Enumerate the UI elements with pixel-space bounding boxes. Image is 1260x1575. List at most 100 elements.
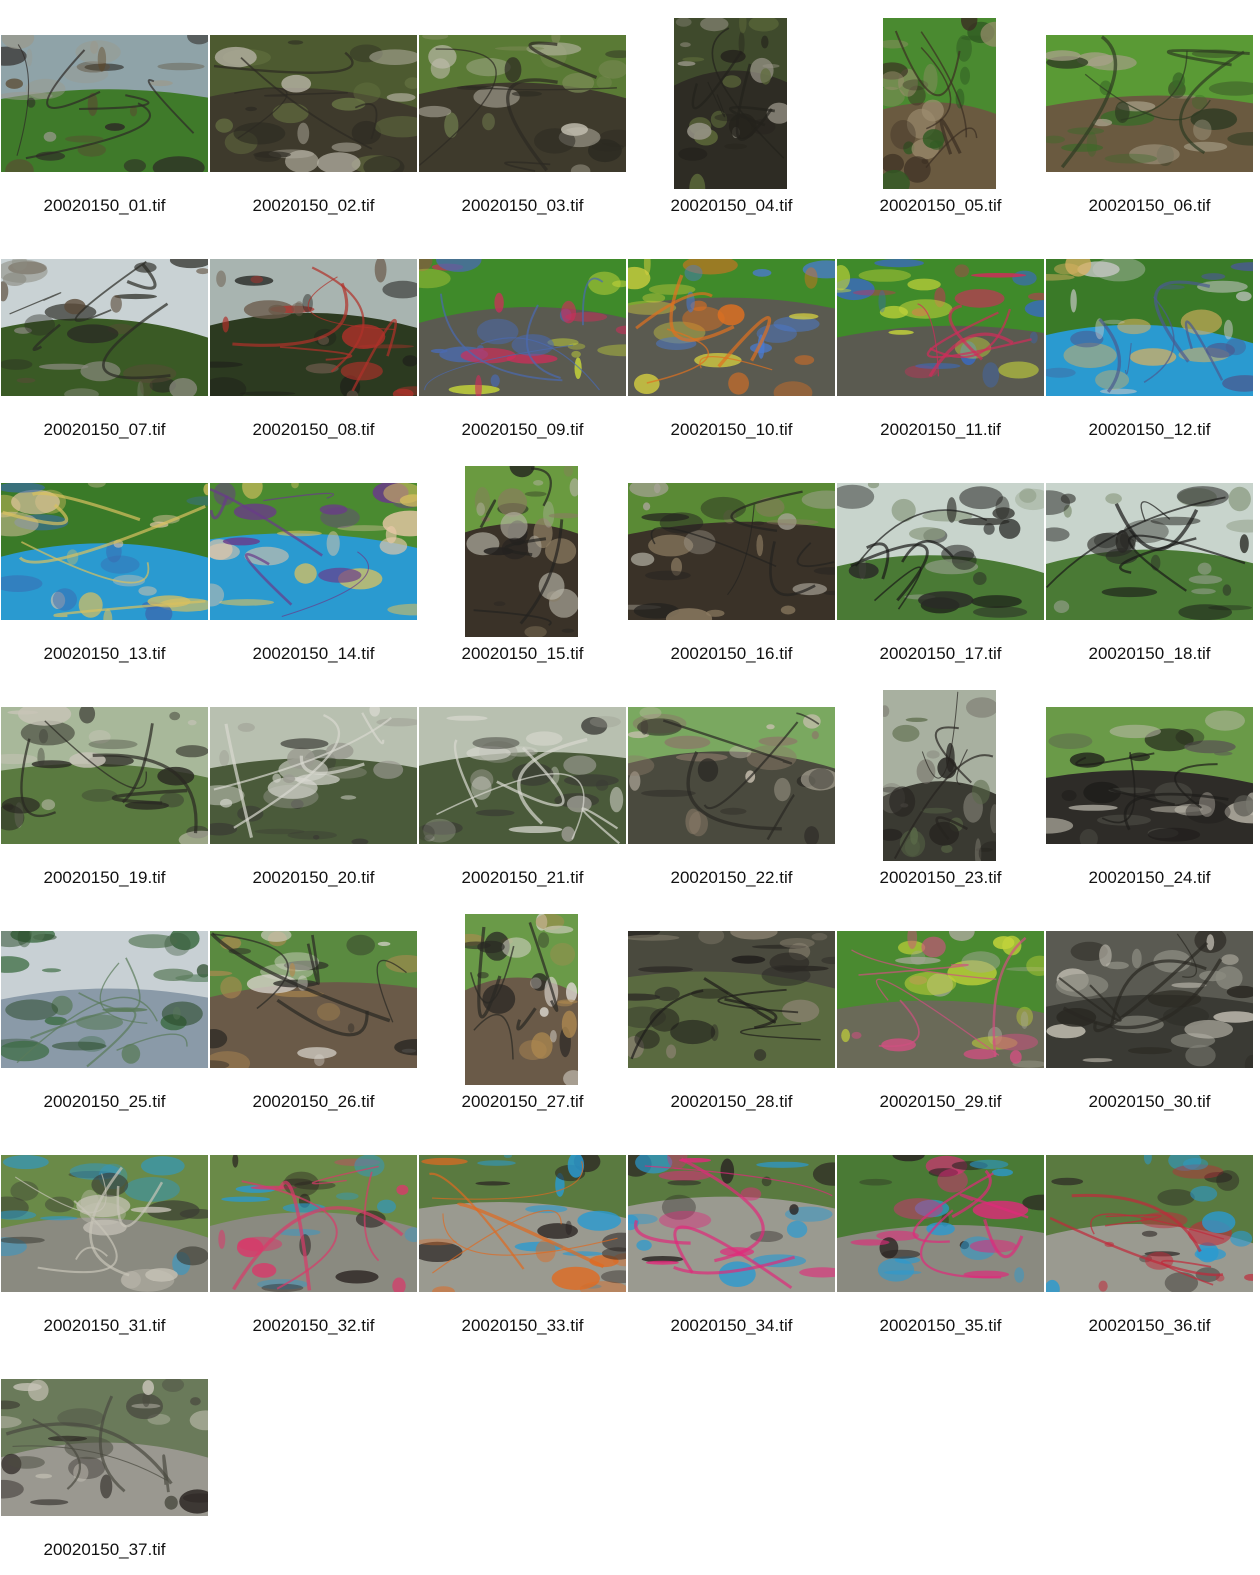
thumbnail-filename: 20020150_02.tif xyxy=(252,196,375,215)
thumbnail-cell[interactable]: 20020150_21.tif xyxy=(418,672,627,896)
photo-thumbnail[interactable] xyxy=(1,483,208,620)
thumbnail-filename: 20020150_18.tif xyxy=(1088,644,1211,663)
thumbnail-cell[interactable]: 20020150_16.tif xyxy=(627,448,836,672)
thumbnail-filename: 20020150_07.tif xyxy=(43,420,166,439)
thumbnail-filename: 20020150_22.tif xyxy=(670,868,793,887)
photo-image xyxy=(628,707,835,844)
photo-thumbnail[interactable] xyxy=(1046,1155,1253,1292)
photo-thumbnail[interactable] xyxy=(210,707,417,844)
photo-image xyxy=(419,707,626,844)
thumbnail-filename: 20020150_19.tif xyxy=(43,868,166,887)
thumbnail-filename: 20020150_30.tif xyxy=(1088,1092,1211,1111)
thumbnail-filename: 20020150_06.tif xyxy=(1088,196,1211,215)
photo-thumbnail[interactable] xyxy=(1046,931,1253,1068)
thumbnail-cell[interactable]: 20020150_19.tif xyxy=(0,672,209,896)
photo-thumbnail[interactable] xyxy=(419,1155,626,1292)
photo-thumbnail[interactable] xyxy=(210,1155,417,1292)
thumbnail-cell[interactable]: 20020150_31.tif xyxy=(0,1120,209,1344)
thumbnail-cell[interactable]: 20020150_30.tif xyxy=(1045,896,1254,1120)
thumbnail-cell[interactable]: 20020150_08.tif xyxy=(209,224,418,448)
thumbnail-cell[interactable]: 20020150_32.tif xyxy=(209,1120,418,1344)
photo-thumbnail[interactable] xyxy=(1,1379,208,1516)
photo-thumbnail[interactable] xyxy=(210,931,417,1068)
photo-image xyxy=(837,1155,1044,1292)
thumbnail-cell[interactable]: 20020150_10.tif xyxy=(627,224,836,448)
thumbnail-filename: 20020150_12.tif xyxy=(1088,420,1211,439)
photo-image xyxy=(210,483,417,620)
photo-image xyxy=(628,1155,835,1292)
photo-image xyxy=(1046,483,1253,620)
thumbnail-cell[interactable]: 20020150_29.tif xyxy=(836,896,1045,1120)
thumbnail-cell[interactable]: 20020150_28.tif xyxy=(627,896,836,1120)
photo-thumbnail[interactable] xyxy=(1,259,208,396)
photo-thumbnail[interactable] xyxy=(1,707,208,844)
thumbnail-cell[interactable]: 20020150_37.tif xyxy=(0,1344,209,1568)
photo-thumbnail[interactable] xyxy=(210,35,417,172)
photo-image xyxy=(419,259,626,396)
photo-thumbnail[interactable] xyxy=(210,259,417,396)
thumbnail-filename: 20020150_10.tif xyxy=(670,420,793,439)
photo-image xyxy=(1,1379,208,1516)
photo-thumbnail[interactable] xyxy=(1046,707,1253,844)
photo-thumbnail[interactable] xyxy=(883,690,996,861)
thumbnail-filename: 20020150_35.tif xyxy=(879,1316,1002,1335)
photo-thumbnail[interactable] xyxy=(628,1155,835,1292)
thumbnail-cell[interactable]: 20020150_09.tif xyxy=(418,224,627,448)
thumbnail-cell[interactable]: 20020150_12.tif xyxy=(1045,224,1254,448)
photo-thumbnail[interactable] xyxy=(837,1155,1044,1292)
photo-thumbnail[interactable] xyxy=(1,35,208,172)
thumbnail-cell[interactable]: 20020150_25.tif xyxy=(0,896,209,1120)
thumbnail-cell[interactable]: 20020150_01.tif xyxy=(0,0,209,224)
photo-image xyxy=(465,466,578,637)
photo-thumbnail[interactable] xyxy=(837,931,1044,1068)
thumbnail-cell[interactable]: 20020150_11.tif xyxy=(836,224,1045,448)
thumbnail-cell[interactable]: 20020150_06.tif xyxy=(1045,0,1254,224)
photo-thumbnail[interactable] xyxy=(628,707,835,844)
thumbnail-cell[interactable]: 20020150_14.tif xyxy=(209,448,418,672)
thumbnail-filename: 20020150_03.tif xyxy=(461,196,584,215)
photo-thumbnail[interactable] xyxy=(210,483,417,620)
thumbnail-cell[interactable]: 20020150_04.tif xyxy=(627,0,836,224)
thumbnail-filename: 20020150_29.tif xyxy=(879,1092,1002,1111)
photo-thumbnail[interactable] xyxy=(465,466,578,637)
photo-thumbnail[interactable] xyxy=(419,35,626,172)
photo-thumbnail[interactable] xyxy=(1046,483,1253,620)
photo-thumbnail[interactable] xyxy=(628,259,835,396)
thumbnail-cell[interactable]: 20020150_22.tif xyxy=(627,672,836,896)
photo-image xyxy=(1046,931,1253,1068)
photo-image xyxy=(465,914,578,1085)
thumbnail-cell[interactable]: 20020150_23.tif xyxy=(836,672,1045,896)
thumbnail-cell[interactable]: 20020150_27.tif xyxy=(418,896,627,1120)
photo-thumbnail[interactable] xyxy=(628,483,835,620)
photo-thumbnail[interactable] xyxy=(1,931,208,1068)
photo-thumbnail[interactable] xyxy=(674,18,787,189)
photo-thumbnail[interactable] xyxy=(1,1155,208,1292)
thumbnail-cell[interactable]: 20020150_20.tif xyxy=(209,672,418,896)
thumbnail-cell[interactable]: 20020150_35.tif xyxy=(836,1120,1045,1344)
thumbnail-cell[interactable]: 20020150_13.tif xyxy=(0,448,209,672)
photo-thumbnail[interactable] xyxy=(837,483,1044,620)
thumbnail-cell[interactable]: 20020150_03.tif xyxy=(418,0,627,224)
thumbnail-cell[interactable]: 20020150_34.tif xyxy=(627,1120,836,1344)
photo-thumbnail[interactable] xyxy=(837,259,1044,396)
thumbnail-cell[interactable]: 20020150_15.tif xyxy=(418,448,627,672)
thumbnail-cell[interactable]: 20020150_33.tif xyxy=(418,1120,627,1344)
thumbnail-cell[interactable]: 20020150_05.tif xyxy=(836,0,1045,224)
thumbnail-cell[interactable]: 20020150_07.tif xyxy=(0,224,209,448)
thumbnail-cell[interactable]: 20020150_17.tif xyxy=(836,448,1045,672)
photo-thumbnail[interactable] xyxy=(419,707,626,844)
thumbnail-cell[interactable]: 20020150_26.tif xyxy=(209,896,418,1120)
thumbnail-cell[interactable]: 20020150_24.tif xyxy=(1045,672,1254,896)
photo-thumbnail[interactable] xyxy=(1046,259,1253,396)
photo-image xyxy=(1046,707,1253,844)
thumbnail-cell[interactable]: 20020150_02.tif xyxy=(209,0,418,224)
thumbnail-filename: 20020150_08.tif xyxy=(252,420,375,439)
photo-thumbnail[interactable] xyxy=(465,914,578,1085)
photo-thumbnail[interactable] xyxy=(628,931,835,1068)
photo-thumbnail[interactable] xyxy=(883,18,996,189)
photo-thumbnail[interactable] xyxy=(1046,35,1253,172)
thumbnail-cell[interactable]: 20020150_18.tif xyxy=(1045,448,1254,672)
photo-image xyxy=(1046,35,1253,172)
thumbnail-cell[interactable]: 20020150_36.tif xyxy=(1045,1120,1254,1344)
photo-thumbnail[interactable] xyxy=(419,259,626,396)
